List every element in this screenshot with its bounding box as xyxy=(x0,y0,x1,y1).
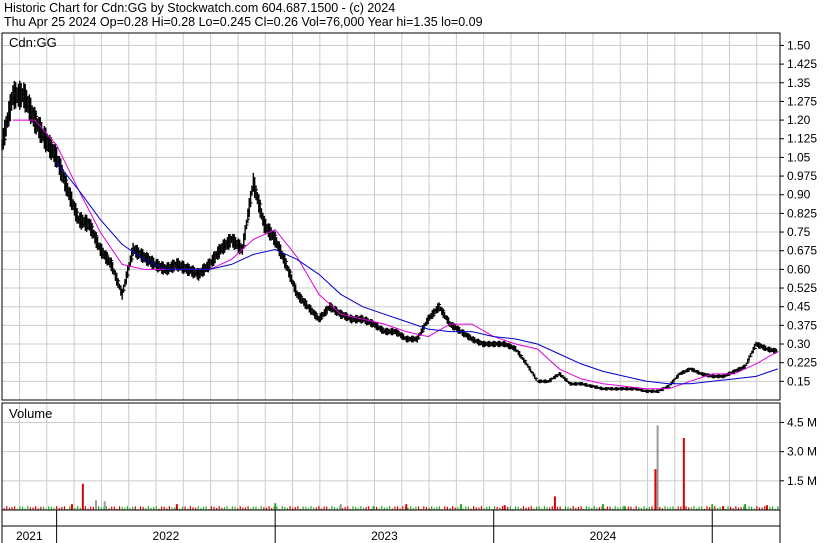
price-y-tick-label: 0.45 xyxy=(787,300,811,314)
price-y-tick-label: 0.825 xyxy=(787,206,817,220)
year-x-axis: 2021 2022 2023 2024 xyxy=(1,510,781,543)
symbol-label: Cdn:GG xyxy=(9,35,57,50)
price-y-tick-label: 1.05 xyxy=(787,150,811,164)
price-y-axis: 1.50 1.425 1.35 1.275 1.20 1.125 1.05 0.975 0.90… xyxy=(780,38,817,388)
volume-panel-frame xyxy=(1,402,781,511)
moving-average-short-line xyxy=(12,119,779,390)
price-y-tick-label: 0.975 xyxy=(787,169,817,183)
price-panel-frame xyxy=(1,32,781,401)
price-y-tick-label: 0.15 xyxy=(787,374,811,388)
price-y-tick-label: 0.675 xyxy=(787,244,817,258)
price-y-tick-label: 1.20 xyxy=(787,113,811,127)
year-label: 2023 xyxy=(371,529,398,543)
year-label: 2021 xyxy=(16,529,43,543)
volume-grid xyxy=(2,403,780,510)
volume-bars-layer xyxy=(3,425,779,510)
year-label: 2024 xyxy=(590,529,617,543)
price-series-layer xyxy=(1,80,779,394)
price-y-tick-label: 0.60 xyxy=(787,262,811,276)
price-y-tick-label: 1.275 xyxy=(787,94,817,108)
price-y-tick-label: 0.90 xyxy=(787,188,811,202)
price-y-tick-label: 0.75 xyxy=(787,225,811,239)
price-y-tick-label: 0.375 xyxy=(787,318,817,332)
price-y-tick-label: 0.30 xyxy=(787,337,811,351)
price-y-tick-label: 1.425 xyxy=(787,57,817,71)
stock-chart: 1.50 1.425 1.35 1.275 1.20 1.125 1.05 0.975 0.90… xyxy=(1,32,817,543)
volume-label: Volume xyxy=(9,406,52,421)
price-y-tick-label: 1.50 xyxy=(787,38,811,52)
volume-y-axis: 4.5 M 3.0 M 1.5 M xyxy=(780,415,817,488)
year-label: 2022 xyxy=(153,529,180,543)
volume-y-tick-label: 1.5 M xyxy=(787,474,817,488)
volume-y-tick-label: 4.5 M xyxy=(787,415,817,429)
price-y-tick-label: 0.225 xyxy=(787,356,817,370)
price-y-tick-label: 1.35 xyxy=(787,76,811,90)
price-y-tick-label: 0.525 xyxy=(787,281,817,295)
volume-y-tick-label: 3.0 M xyxy=(787,445,817,459)
price-grid xyxy=(2,33,780,400)
price-y-tick-label: 1.125 xyxy=(787,132,817,146)
